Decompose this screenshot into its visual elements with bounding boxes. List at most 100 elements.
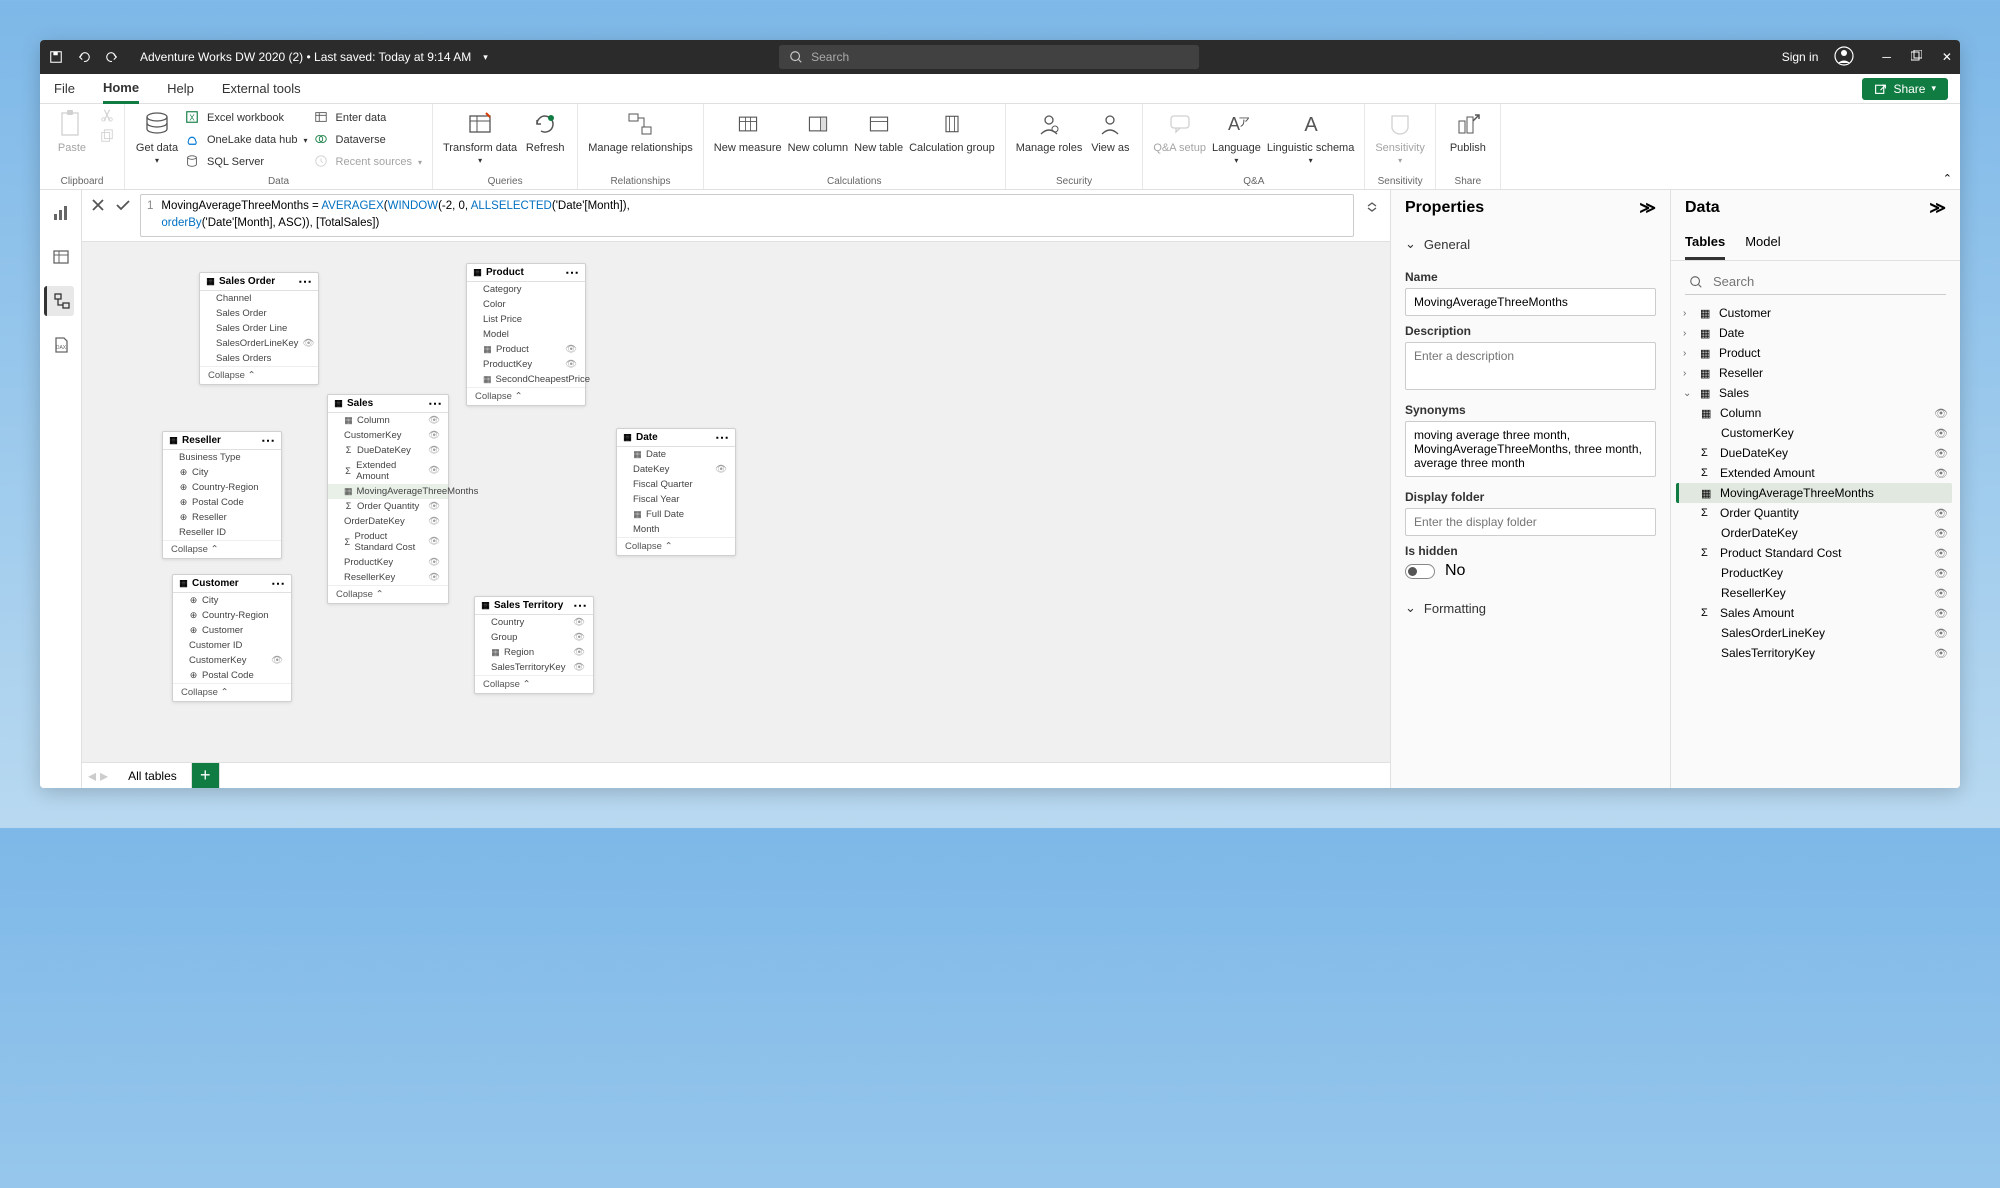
view-as-button[interactable]: View as	[1088, 108, 1132, 154]
is-hidden-toggle[interactable]	[1405, 564, 1435, 579]
table-card-product[interactable]: ▦Product⋯ Category Color List Price Mode…	[466, 263, 586, 406]
tree-item-product[interactable]: ›▦Product	[1679, 343, 1952, 363]
refresh-button[interactable]: Refresh	[523, 108, 567, 154]
tree-field-salesorderlinekey[interactable]: SalesOrderLineKey👁	[1679, 623, 1952, 643]
account-icon[interactable]	[1834, 46, 1854, 69]
more-icon[interactable]: ⋯	[271, 580, 285, 587]
model-canvas[interactable]: ▦Sales Order⋯ Channel Sales Order Sales …	[82, 242, 1390, 763]
tab-next-icon[interactable]: ▸	[100, 766, 108, 786]
share-button[interactable]: Share ▾	[1862, 78, 1948, 100]
minimize-icon[interactable]: ─	[1882, 50, 1891, 64]
cancel-formula-icon[interactable]	[90, 197, 106, 218]
language-button[interactable]: AアLanguage▾	[1212, 108, 1261, 165]
more-icon[interactable]: ⋯	[715, 434, 729, 441]
table-card-customer[interactable]: ▦Customer⋯ ⊕City ⊕Country-Region ⊕Custom…	[172, 574, 292, 702]
tree-field-sales-amount[interactable]: ΣSales Amount👁	[1679, 603, 1952, 623]
collapse-button[interactable]: Collapse ⌃	[475, 675, 593, 693]
cut-icon[interactable]	[100, 108, 114, 127]
more-icon[interactable]: ⋯	[298, 278, 312, 285]
tree-field-productkey[interactable]: ProductKey👁	[1679, 563, 1952, 583]
formula-expand-icon[interactable]	[1362, 194, 1382, 224]
more-icon[interactable]: ⋯	[573, 602, 587, 609]
model-subtab[interactable]: Model	[1745, 226, 1780, 260]
save-icon[interactable]	[48, 49, 64, 65]
general-section-toggle[interactable]: ⌄General	[1405, 232, 1656, 256]
tab-file[interactable]: File	[54, 74, 75, 103]
description-input[interactable]	[1405, 342, 1656, 390]
title-dropdown-icon[interactable]: ▾	[483, 52, 488, 63]
new-measure-button[interactable]: New measure	[714, 108, 782, 154]
onelake-button[interactable]: OneLake data hub ▾	[185, 130, 308, 150]
sql-server-button[interactable]: SQL Server	[185, 152, 308, 172]
excel-workbook-button[interactable]: XExcel workbook	[185, 108, 308, 128]
tree-field-movingaverage[interactable]: ▦MovingAverageThreeMonths	[1676, 483, 1952, 503]
ribbon-collapse-icon[interactable]: ⌃	[1943, 172, 1952, 185]
global-search[interactable]: Search	[779, 45, 1199, 69]
table-card-reseller[interactable]: ▦Reseller⋯ Business Type ⊕City ⊕Country-…	[162, 431, 282, 559]
new-column-button[interactable]: New column	[788, 108, 849, 154]
data-search-input[interactable]	[1685, 269, 1946, 295]
tree-item-customer[interactable]: ›▦Customer	[1679, 303, 1952, 323]
tree-field-orderdatekey[interactable]: OrderDateKey👁	[1679, 523, 1952, 543]
tree-item-sales[interactable]: ⌄▦Sales	[1679, 383, 1952, 403]
dax-view-icon[interactable]: DAX	[46, 330, 76, 360]
tab-prev-icon[interactable]: ◂	[88, 766, 96, 786]
sensitivity-button[interactable]: Sensitivity▾	[1375, 108, 1425, 165]
more-icon[interactable]: ⋯	[428, 400, 442, 407]
table-card-sales-territory[interactable]: ▦Sales Territory⋯ Country👁 Group👁 ▦Regio…	[474, 596, 594, 694]
manage-relationships-button[interactable]: Manage relationships	[588, 108, 693, 154]
collapse-button[interactable]: Collapse ⌃	[617, 537, 735, 555]
transform-data-button[interactable]: Transform data▾	[443, 108, 517, 165]
table-card-sales[interactable]: ▦Sales⋯ ▦Column👁 CustomerKey👁 ΣDueDateKe…	[327, 394, 449, 604]
model-view-icon[interactable]	[44, 286, 74, 316]
table-card-date[interactable]: ▦Date⋯ ▦Date DateKey👁 Fiscal Quarter Fis…	[616, 428, 736, 556]
tree-item-date[interactable]: ›▦Date	[1679, 323, 1952, 343]
tab-all-tables[interactable]: All tables	[114, 763, 192, 789]
tree-field-salesterritorykey[interactable]: SalesTerritoryKey👁	[1679, 643, 1952, 663]
qna-setup-button[interactable]: Q&A setup	[1153, 108, 1206, 154]
tree-field-resellerkey[interactable]: ResellerKey👁	[1679, 583, 1952, 603]
tab-help[interactable]: Help	[167, 74, 194, 103]
tree-field-duedatekey[interactable]: ΣDueDateKey👁	[1679, 443, 1952, 463]
add-tab-button[interactable]: +	[192, 763, 220, 789]
data-view-icon[interactable]	[46, 242, 76, 272]
synonyms-input[interactable]	[1405, 421, 1656, 477]
report-view-icon[interactable]	[46, 198, 76, 228]
tree-item-reseller[interactable]: ›▦Reseller	[1679, 363, 1952, 383]
close-icon[interactable]: ✕	[1942, 50, 1952, 64]
maximize-icon[interactable]	[1911, 50, 1922, 64]
collapse-panel-icon[interactable]: ≫	[1929, 198, 1946, 218]
tab-home[interactable]: Home	[103, 75, 139, 104]
dataverse-button[interactable]: Dataverse	[314, 130, 422, 150]
linguistic-schema-button[interactable]: ALinguistic schema▾	[1267, 108, 1354, 165]
enter-data-button[interactable]: Enter data	[314, 108, 422, 128]
more-icon[interactable]: ⋯	[565, 269, 579, 276]
more-icon[interactable]: ⋯	[261, 437, 275, 444]
recent-sources-button[interactable]: Recent sources ▾	[314, 152, 422, 172]
tree-field-product-std-cost[interactable]: ΣProduct Standard Cost👁	[1679, 543, 1952, 563]
undo-icon[interactable]	[76, 49, 92, 65]
collapse-button[interactable]: Collapse ⌃	[200, 366, 318, 384]
formatting-section-toggle[interactable]: ⌄Formatting	[1405, 596, 1656, 620]
collapse-panel-icon[interactable]: ≫	[1639, 198, 1656, 218]
table-card-sales-order[interactable]: ▦Sales Order⋯ Channel Sales Order Sales …	[199, 272, 319, 385]
tab-external-tools[interactable]: External tools	[222, 74, 301, 103]
tree-field-customerkey[interactable]: CustomerKey👁	[1679, 423, 1952, 443]
get-data-button[interactable]: Get data ▾	[135, 108, 179, 165]
commit-formula-icon[interactable]	[114, 197, 132, 218]
manage-roles-button[interactable]: Manage roles	[1016, 108, 1083, 154]
tables-subtab[interactable]: Tables	[1685, 226, 1725, 260]
display-folder-input[interactable]	[1405, 508, 1656, 536]
signin-link[interactable]: Sign in	[1782, 50, 1819, 64]
new-table-button[interactable]: New table	[854, 108, 903, 154]
tree-field-order-quantity[interactable]: ΣOrder Quantity👁	[1679, 503, 1952, 523]
collapse-button[interactable]: Collapse ⌃	[328, 585, 448, 603]
paste-button[interactable]: Paste	[50, 108, 94, 154]
calculation-group-button[interactable]: Calculation group	[909, 108, 995, 154]
collapse-button[interactable]: Collapse ⌃	[173, 683, 291, 701]
publish-button[interactable]: Publish	[1446, 108, 1490, 154]
redo-icon[interactable]	[104, 49, 120, 65]
name-input[interactable]	[1405, 288, 1656, 316]
tree-field-column[interactable]: ▦Column👁	[1679, 403, 1952, 423]
formula-input[interactable]: 1 MovingAverageThreeMonths = AVERAGEX(WI…	[140, 194, 1354, 237]
